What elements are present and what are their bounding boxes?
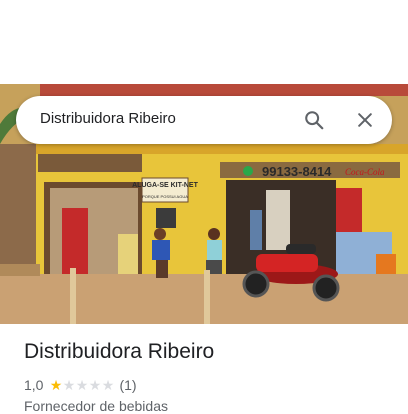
place-title: Distribuidora Ribeiro (24, 340, 215, 363)
search-bar[interactable]: Distribuidora Ribeiro (16, 96, 392, 144)
search-input[interactable]: Distribuidora Ribeiro (40, 110, 176, 127)
place-category: Fornecedor de bebidas (24, 398, 168, 414)
star-filled-icon: ★ (49, 377, 63, 393)
rent-sign-line1: ALUGA-SE KIT-NET (132, 182, 198, 189)
rating-value: 1,0 (24, 377, 44, 393)
star-empty-icon: ★ (62, 377, 76, 393)
rating-stars: ★ ★ ★ ★ ★ (49, 377, 115, 393)
rating-row[interactable]: 1,0 ★ ★ ★ ★ ★ (1) (24, 376, 137, 394)
brand-sign: Coca-Cola (345, 167, 385, 177)
star-empty-icon: ★ (75, 377, 89, 393)
phone-sign: 99133-8414 (262, 164, 332, 179)
review-count[interactable]: (1) (119, 377, 136, 393)
search-icon[interactable] (302, 108, 326, 132)
close-icon[interactable] (353, 108, 377, 132)
star-empty-icon: ★ (88, 377, 102, 393)
star-empty-icon: ★ (101, 377, 115, 393)
rent-sign-line2: PORQUE POSSUI AGUA (142, 194, 188, 199)
